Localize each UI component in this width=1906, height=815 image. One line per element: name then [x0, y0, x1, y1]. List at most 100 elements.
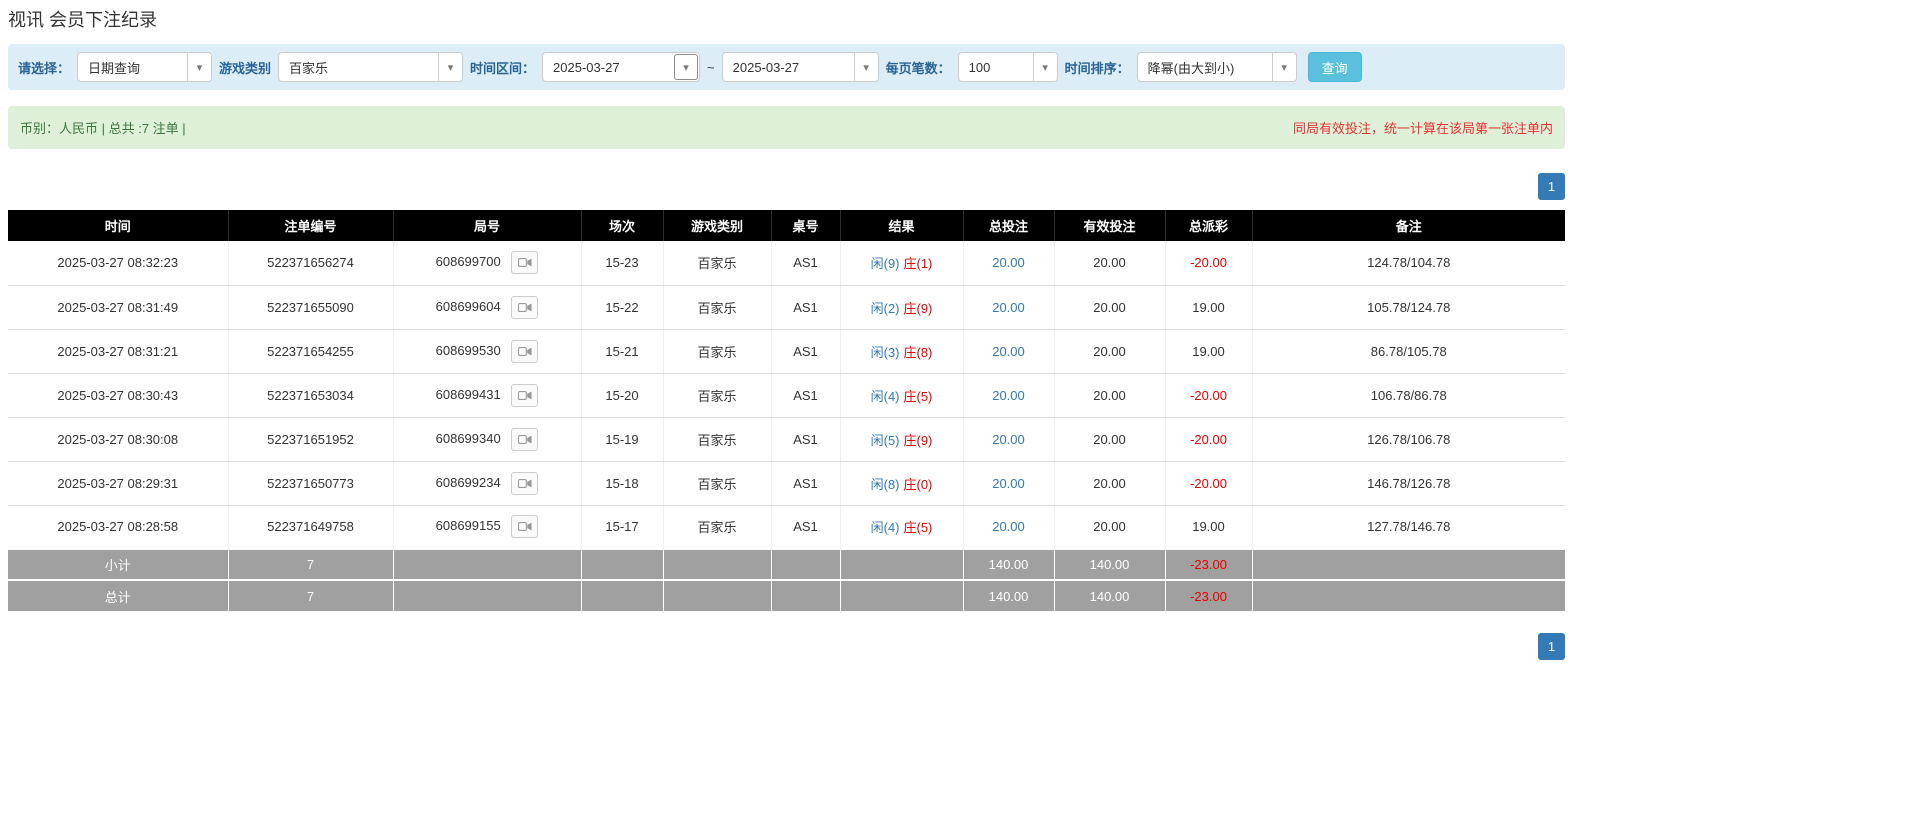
chevron-down-icon[interactable]: ▾ — [853, 53, 878, 81]
round-video-button[interactable] — [511, 383, 539, 407]
filter-bar: 请选择： 日期查询 ▾ 游戏类别 百家乐 ▾ 时间区间： 2025-03-27 … — [8, 44, 1565, 90]
time-range-label: 时间区间： — [470, 60, 536, 76]
cell-bet-id: 522371655090 — [228, 285, 394, 330]
video-icon — [517, 346, 532, 356]
chevron-down-icon[interactable]: ▾ — [438, 53, 463, 81]
col-total-bet: 总投注 — [963, 210, 1055, 241]
cell-game-type: 百家乐 — [663, 373, 772, 418]
result-player: 闲(4) — [870, 388, 900, 404]
cell-remark: 106.78/86.78 — [1252, 373, 1565, 418]
page-size-select[interactable]: 100 ▾ — [957, 52, 1058, 82]
cell-game-type: 百家乐 — [663, 417, 772, 462]
date-from-select[interactable]: 2025-03-27 ▾ — [542, 52, 701, 82]
sort-order-select[interactable]: 降幂(由大到小) ▾ — [1136, 52, 1297, 82]
cell-payout: -20.00 — [1165, 373, 1253, 418]
cell-remark: 146.78/126.78 — [1252, 461, 1565, 506]
total-bet-link[interactable]: 20.00 — [992, 476, 1025, 491]
cell-round-id: 608699431 — [393, 373, 582, 418]
cell-round-id: 608699340 — [393, 417, 582, 462]
result-player: 闲(4) — [870, 520, 900, 536]
col-payout: 总派彩 — [1165, 210, 1253, 241]
cell-bet-id: 522371656274 — [228, 241, 394, 286]
date-to-value: 2025-03-27 — [732, 59, 800, 75]
total-bet-link[interactable]: 20.00 — [992, 519, 1025, 534]
round-video-button[interactable] — [511, 295, 539, 319]
total-bet-link[interactable]: 20.00 — [992, 255, 1025, 270]
cell-game-type: 百家乐 — [663, 285, 772, 330]
pagination-top: 1 — [8, 173, 1565, 200]
col-table-no: 桌号 — [771, 210, 841, 241]
cell-session: 15-23 — [581, 241, 664, 286]
result-banker: 庄(5) — [903, 520, 933, 536]
date-from-value: 2025-03-27 — [553, 59, 620, 75]
date-to-select[interactable]: 2025-03-27 ▾ — [721, 52, 879, 82]
result-player: 闲(9) — [870, 256, 900, 272]
range-separator: ~ — [707, 59, 715, 75]
round-video-button[interactable] — [511, 427, 539, 451]
col-valid-bet: 有效投注 — [1054, 210, 1166, 241]
result-banker: 庄(9) — [903, 300, 933, 316]
col-bet-id: 注单编号 — [228, 210, 394, 241]
cell-session: 15-17 — [581, 505, 664, 550]
cell-remark: 126.78/106.78 — [1252, 417, 1565, 462]
cell-valid-bet: 20.00 — [1054, 373, 1166, 418]
subtotal-valid-bet: 140.00 — [1054, 548, 1166, 580]
table-row: 2025-03-27 08:31:21 522371654255 6086995… — [8, 329, 1565, 374]
chevron-down-icon[interactable]: ▾ — [674, 54, 699, 80]
chevron-down-icon[interactable]: ▾ — [187, 53, 212, 81]
query-type-label: 请选择： — [18, 60, 71, 76]
video-icon — [517, 478, 532, 488]
cell-game-type: 百家乐 — [663, 505, 772, 550]
result-banker: 庄(8) — [903, 344, 933, 360]
chevron-down-icon[interactable]: ▾ — [1032, 53, 1057, 81]
video-icon — [517, 434, 532, 444]
video-icon — [517, 390, 532, 400]
query-type-select[interactable]: 日期查询 ▾ — [77, 52, 213, 82]
table-row: 2025-03-27 08:32:23 522371656274 6086997… — [8, 241, 1565, 286]
total-bet-link[interactable]: 20.00 — [992, 300, 1025, 315]
cell-payout: -20.00 — [1165, 461, 1253, 506]
cell-valid-bet: 20.00 — [1054, 417, 1166, 462]
total-bet-link[interactable]: 20.00 — [992, 388, 1025, 403]
cell-total-bet: 20.00 — [963, 505, 1055, 550]
total-bet-link[interactable]: 20.00 — [992, 432, 1025, 447]
game-type-select[interactable]: 百家乐 ▾ — [278, 52, 464, 82]
round-video-button[interactable] — [511, 339, 539, 363]
round-video-button[interactable] — [511, 251, 539, 275]
search-button[interactable]: 查询 — [1307, 52, 1362, 82]
cell-table-no: AS1 — [771, 373, 841, 418]
cell-round-id: 608699234 — [393, 461, 582, 506]
cell-result: 闲(5) 庄(9) — [840, 417, 964, 462]
total-payout: -23.00 — [1165, 579, 1253, 611]
page-1-button[interactable]: 1 — [1538, 633, 1565, 660]
round-id-text: 608699530 — [435, 342, 501, 358]
round-video-button[interactable] — [511, 471, 539, 495]
cell-total-bet: 20.00 — [963, 417, 1055, 462]
chevron-down-icon[interactable]: ▾ — [1271, 53, 1296, 81]
game-type-value: 百家乐 — [289, 60, 329, 76]
cell-result: 闲(3) 庄(8) — [840, 329, 964, 374]
cell-remark: 124.78/104.78 — [1252, 241, 1565, 286]
cell-payout: -20.00 — [1165, 241, 1253, 286]
result-player: 闲(5) — [870, 432, 900, 448]
cell-total-bet: 20.00 — [963, 329, 1055, 374]
table-body: 2025-03-27 08:32:23 522371656274 6086997… — [8, 241, 1565, 550]
total-bet-link[interactable]: 20.00 — [992, 344, 1025, 359]
page: 视讯 会员下注纪录 请选择： 日期查询 ▾ 游戏类别 百家乐 ▾ 时间区间： 2… — [8, 6, 1565, 660]
query-type-value: 日期查询 — [88, 60, 141, 76]
cell-round-id: 608699155 — [393, 505, 582, 550]
round-id-text: 608699700 — [435, 254, 501, 270]
subtotal-total-bet: 140.00 — [963, 548, 1055, 580]
page-size-value: 100 — [968, 59, 991, 75]
round-video-button[interactable] — [511, 515, 539, 539]
cell-round-id: 608699700 — [393, 241, 582, 286]
result-banker: 庄(1) — [903, 256, 933, 272]
pagination-bottom: 1 — [8, 633, 1565, 660]
page-1-button[interactable]: 1 — [1538, 173, 1565, 200]
cell-remark: 105.78/124.78 — [1252, 285, 1565, 330]
round-id-text: 608699604 — [435, 298, 501, 314]
subtotal-payout: -23.00 — [1165, 548, 1253, 580]
cell-time: 2025-03-27 08:30:43 — [8, 373, 229, 418]
cell-table-no: AS1 — [771, 241, 841, 286]
table-row: 2025-03-27 08:29:31 522371650773 6086992… — [8, 461, 1565, 506]
